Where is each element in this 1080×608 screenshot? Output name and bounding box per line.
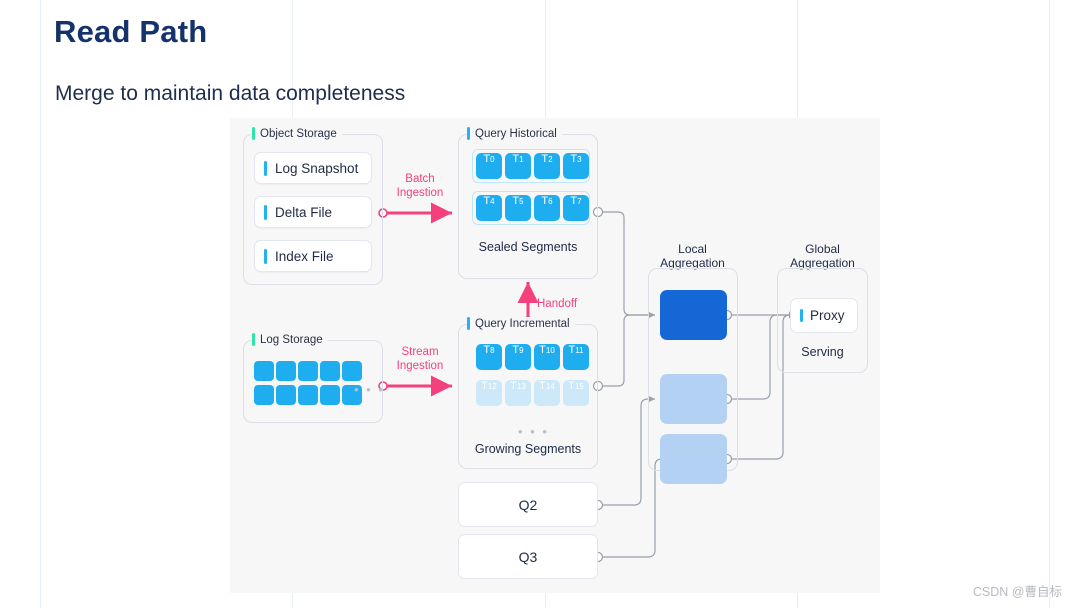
card-label: Index File <box>275 248 334 264</box>
growing-segment-tile-faded: T 15 <box>563 380 589 406</box>
card-log-snapshot[interactable]: Log Snapshot <box>254 152 372 184</box>
layout-guide-line <box>1049 0 1050 608</box>
sealed-segment-tile: T5 <box>505 195 531 221</box>
sealed-segment-tile: T4 <box>476 195 502 221</box>
query-historical-label: Query Historical <box>467 127 562 140</box>
global-aggregation-title-line1: Global <box>805 242 840 256</box>
query-historical-label-text: Query Historical <box>475 127 557 140</box>
log-storage-label: Log Storage <box>252 333 328 346</box>
handoff-label: Handoff <box>537 298 578 310</box>
card-index-file[interactable]: Index File <box>254 240 372 272</box>
growing-overflow-dots: • • • <box>518 424 549 439</box>
accent-bar-icon <box>252 333 255 346</box>
log-storage-tile <box>342 361 362 381</box>
local-aggregation-box-2[interactable] <box>660 374 727 424</box>
serving-caption: Serving <box>801 345 844 359</box>
growing-segment-tile: T 10 <box>534 344 560 370</box>
log-storage-tile <box>276 361 296 381</box>
log-storage-tile <box>298 361 318 381</box>
log-storage-overflow-dots: • • • <box>354 382 385 397</box>
batch-ingestion-label: Batch Ingestion <box>380 172 460 200</box>
query-box-label: Q2 <box>518 496 538 513</box>
accent-bar-icon <box>467 317 470 330</box>
stream-ingestion-label: Stream Ingestion <box>380 345 460 373</box>
layout-guide-line <box>40 0 41 608</box>
growing-segment-tile-faded: T 12 <box>476 380 502 406</box>
page-subtitle: Merge to maintain data completeness <box>55 82 406 105</box>
proxy-label: Proxy <box>810 308 845 323</box>
local-aggregation-title-line1: Local <box>678 242 707 256</box>
global-aggregation-title: Global Aggregation <box>770 242 875 270</box>
query-box-q3[interactable]: Q3 <box>458 534 598 579</box>
sealed-segment-tile: T3 <box>563 153 589 179</box>
log-storage-label-text: Log Storage <box>260 333 323 346</box>
log-storage-tile <box>320 385 340 405</box>
accent-bar-icon <box>467 127 470 140</box>
object-storage-label-text: Object Storage <box>260 127 337 140</box>
batch-ingestion-line1: Batch <box>405 173 435 185</box>
diagram-canvas: Object Storage Log Snapshot Delta File I… <box>230 118 880 593</box>
sealed-segment-tile: T1 <box>505 153 531 179</box>
card-label: Delta File <box>275 204 333 220</box>
page-title: Read Path <box>54 14 208 49</box>
accent-bar-icon <box>800 309 803 322</box>
log-storage-tile <box>254 361 274 381</box>
sealed-segment-tile: T0 <box>476 153 502 179</box>
card-label: Log Snapshot <box>275 160 359 176</box>
log-storage-tile <box>320 361 340 381</box>
sealed-segments-caption: Sealed Segments <box>478 240 578 254</box>
sealed-segment-tile: T7 <box>563 195 589 221</box>
local-aggregation-box-1[interactable] <box>660 290 727 340</box>
proxy-box[interactable]: Proxy <box>790 298 858 333</box>
query-incremental-label: Query Incremental <box>467 317 575 330</box>
stream-ingestion-line2: Ingestion <box>396 360 444 372</box>
growing-segment-tile: T8 <box>476 344 502 370</box>
accent-bar-icon <box>264 248 267 264</box>
object-storage-label: Object Storage <box>252 127 342 140</box>
growing-segment-tile: T 11 <box>563 344 589 370</box>
local-aggregation-box-3[interactable] <box>660 434 727 484</box>
growing-segments-caption: Growing Segments <box>474 442 582 456</box>
query-box-label: Q3 <box>518 548 538 565</box>
card-delta-file[interactable]: Delta File <box>254 196 372 228</box>
log-storage-tile <box>298 385 318 405</box>
accent-bar-icon <box>264 204 267 220</box>
query-incremental-label-text: Query Incremental <box>475 317 570 330</box>
accent-bar-icon <box>264 160 267 176</box>
slide-root: Read Path Merge to maintain data complet… <box>0 0 1080 608</box>
growing-segment-tile: T9 <box>505 344 531 370</box>
accent-bar-icon <box>252 127 255 140</box>
local-aggregation-title: Local Aggregation <box>640 242 745 270</box>
sealed-segment-tile: T6 <box>534 195 560 221</box>
sealed-segment-tile: T2 <box>534 153 560 179</box>
batch-ingestion-line2: Ingestion <box>396 187 444 199</box>
log-storage-tile <box>254 385 274 405</box>
growing-segment-tile-faded: T 14 <box>534 380 560 406</box>
log-storage-tile <box>276 385 296 405</box>
growing-segment-tile-faded: T 13 <box>505 380 531 406</box>
query-box-q2[interactable]: Q2 <box>458 482 598 527</box>
stream-ingestion-line1: Stream <box>401 346 439 358</box>
watermark: CSDN @曹自标 <box>972 585 1062 599</box>
